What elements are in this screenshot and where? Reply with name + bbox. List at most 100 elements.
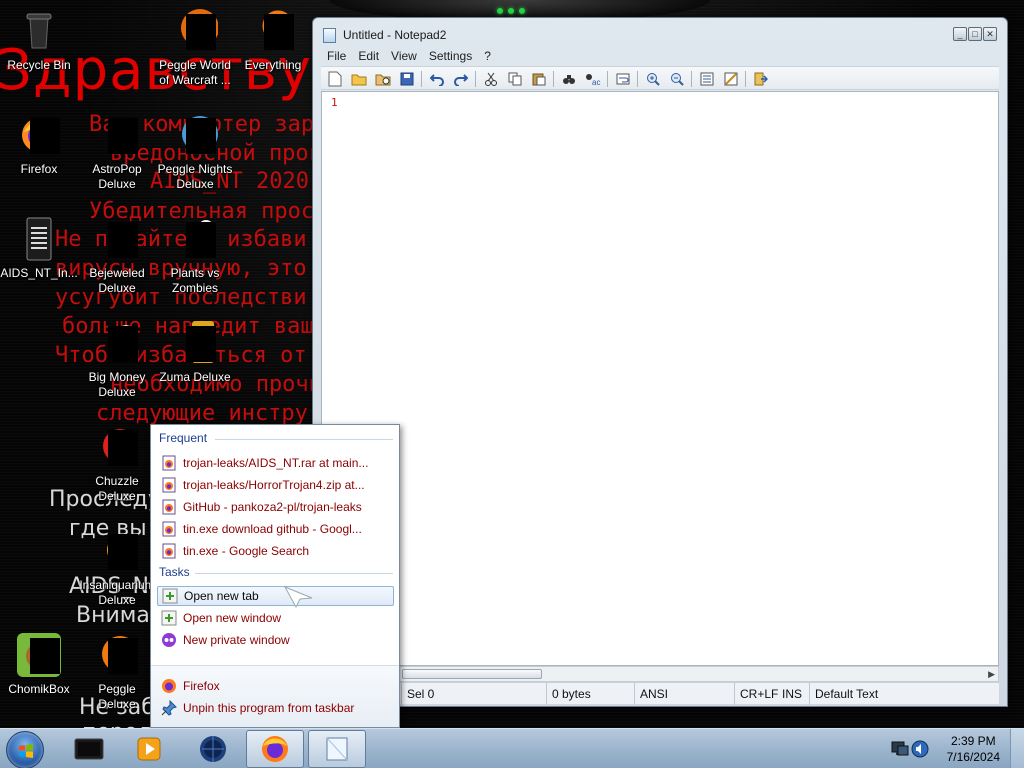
jumplist-footer: Firefox Unpin this program from taskbar	[151, 665, 399, 727]
svg-text:ac: ac	[592, 78, 600, 86]
task-open-new-window[interactable]: Open new window	[157, 608, 394, 628]
wallpaper-line: следующие инстру	[96, 401, 308, 426]
desktop-icon-recycle-bin[interactable]: Recycle Bin	[0, 8, 78, 73]
desktop-icon-plants-vs-zombies[interactable]: Plants vs Zombies	[156, 216, 234, 296]
desktop-icon-label: Recycle Bin	[7, 58, 71, 72]
replace-icon[interactable]: ac	[585, 71, 601, 87]
desktop-icon-label: ChomikBox	[8, 682, 70, 696]
minimize-button[interactable]: _	[953, 27, 967, 41]
scrollbar-thumb[interactable]	[402, 669, 542, 679]
firefox-icon	[16, 112, 62, 158]
desktop-icon-label: Big Money Deluxe	[88, 370, 146, 399]
plants-vs-zombies-icon	[172, 216, 218, 262]
cut-icon[interactable]	[483, 71, 499, 87]
redo-icon[interactable]	[453, 71, 469, 87]
desktop-icon-aids-nt-info[interactable]: AIDS_NT_In...	[0, 216, 78, 281]
volume-icon[interactable]	[910, 739, 930, 759]
horizontal-scrollbar[interactable]: ▶	[321, 666, 999, 682]
save-icon[interactable]	[399, 71, 415, 87]
firefox-icon	[262, 736, 288, 762]
desktop-icon-big-money[interactable]: Big Money Deluxe	[78, 320, 156, 400]
jumplist-item-label: trojan-leaks/HorrorTrojan4.zip at...	[183, 478, 365, 492]
taskbar-app-terminal[interactable]	[60, 730, 118, 768]
exit-icon[interactable]	[753, 71, 769, 87]
desktop-icon-peggle-nights[interactable]: Peggle Nights Deluxe	[156, 112, 234, 192]
status-mode: INS	[782, 687, 803, 701]
desktop-icon-bejeweled[interactable]: Bejeweled Deluxe	[78, 216, 156, 296]
jumplist-frequent-item[interactable]: trojan-leaks/AIDS_NT.rar at main...	[157, 453, 394, 473]
undo-icon[interactable]	[429, 71, 445, 87]
status-scheme[interactable]: Default Text	[809, 683, 878, 705]
new-file-icon[interactable]	[327, 71, 343, 87]
taskbar-app-firefox[interactable]	[246, 730, 304, 768]
schemes-icon[interactable]	[699, 71, 715, 87]
status-encoding[interactable]: ANSI	[634, 683, 668, 705]
toolbar: ac	[321, 66, 999, 90]
task-label: New private window	[183, 633, 290, 647]
jumplist-open-firefox[interactable]: Firefox	[157, 676, 394, 696]
desktop-icon-label: AIDS_NT_In...	[0, 266, 78, 280]
insaniquarium-icon	[94, 528, 140, 574]
task-open-new-tab[interactable]: Open new tab	[157, 586, 394, 606]
desktop-icon-chuzzle[interactable]: Chuzzle Deluxe	[78, 424, 156, 504]
desktop-icon-label: Peggle Nights Deluxe	[157, 162, 233, 191]
task-new-private-window[interactable]: New private window	[157, 630, 394, 650]
desktop-icon-astropop[interactable]: AstroPop Deluxe	[78, 112, 156, 192]
menu-help[interactable]: ?	[478, 47, 497, 65]
zuma-icon	[172, 320, 218, 366]
jumplist-frequent-item[interactable]: GitHub - pankoza2-pl/trojan-leaks	[157, 497, 394, 517]
show-desktop-button[interactable]	[1010, 729, 1024, 768]
taskbar-app-globe[interactable]	[184, 730, 242, 768]
word-wrap-icon[interactable]	[615, 71, 631, 87]
status-bar: Sel 0 0 bytes ANSI CR+LF INS Default Tex…	[321, 682, 999, 705]
zoom-in-icon[interactable]	[645, 71, 661, 87]
taskbar-app-notepad2[interactable]	[308, 730, 366, 768]
notepad2-icon	[326, 737, 348, 761]
desktop-icon-everything[interactable]: Everything	[234, 8, 312, 73]
menu-file[interactable]: File	[321, 47, 352, 65]
notepad-window[interactable]: Untitled - Notepad2 _ □ ✕ File Edit View…	[312, 17, 1008, 707]
peggle-nights-icon	[172, 112, 218, 158]
desktop-icon-label: Chuzzle Deluxe	[95, 474, 139, 503]
firefox-page-icon	[161, 499, 177, 515]
jumplist-frequent-item[interactable]: tin.exe - Google Search	[157, 541, 394, 561]
menu-edit[interactable]: Edit	[352, 47, 385, 65]
desktop-icon-zuma[interactable]: Zuma Deluxe	[156, 320, 234, 385]
clock[interactable]: 2:39 PM 7/16/2024	[947, 733, 1000, 765]
unpin-icon	[161, 699, 177, 716]
jumplist-frequent-item[interactable]: trojan-leaks/HorrorTrojan4.zip at...	[157, 475, 394, 495]
text-document-icon	[16, 216, 62, 262]
recycle-bin-icon	[16, 8, 62, 54]
zoom-out-icon[interactable]	[669, 71, 685, 87]
scroll-right-icon[interactable]: ▶	[988, 669, 995, 680]
paste-icon[interactable]	[531, 71, 547, 87]
private-mask-icon	[161, 632, 177, 648]
status-eol[interactable]: CR+LF	[734, 683, 778, 705]
find-icon[interactable]	[561, 71, 577, 87]
desktop-icon-peggle-deluxe[interactable]: Peggle Deluxe	[78, 632, 156, 712]
task-label: Open new tab	[184, 589, 259, 603]
maximize-button[interactable]: □	[968, 27, 982, 41]
desktop-icon-chomikbox[interactable]: ChomikBox	[0, 632, 78, 697]
jumplist-tasks-header: Tasks	[159, 565, 190, 579]
customize-schemes-icon[interactable]	[723, 71, 739, 87]
desktop-icon-label: AstroPop Deluxe	[92, 162, 142, 191]
taskbar-app-media-player[interactable]	[120, 730, 178, 768]
menu-view[interactable]: View	[385, 47, 423, 65]
copy-icon[interactable]	[507, 71, 523, 87]
desktop-icon-insaniquarium[interactable]: Insaniquarium Deluxe	[78, 528, 156, 608]
jumplist-unpin[interactable]: Unpin this program from taskbar	[157, 698, 394, 718]
close-button[interactable]: ✕	[983, 27, 997, 41]
open-folder-icon[interactable]	[351, 71, 367, 87]
browse-icon[interactable]	[375, 71, 391, 87]
menu-settings[interactable]: Settings	[423, 47, 478, 65]
desktop-icon-peggle-wow[interactable]: Peggle World of Warcraft ...	[156, 8, 234, 88]
desktop-icon-firefox[interactable]: Firefox	[0, 112, 78, 177]
notepad-titlebar[interactable]: Untitled - Notepad2 _ □ ✕	[313, 18, 1007, 50]
start-button[interactable]	[6, 731, 44, 768]
system-tray: 2:39 PM 7/16/2024	[884, 729, 1024, 768]
network-icon[interactable]	[890, 739, 910, 759]
text-editor[interactable]: 1	[321, 91, 999, 666]
jumplist-frequent-item[interactable]: tin.exe download github - Googl...	[157, 519, 394, 539]
bejeweled-icon	[94, 216, 140, 262]
